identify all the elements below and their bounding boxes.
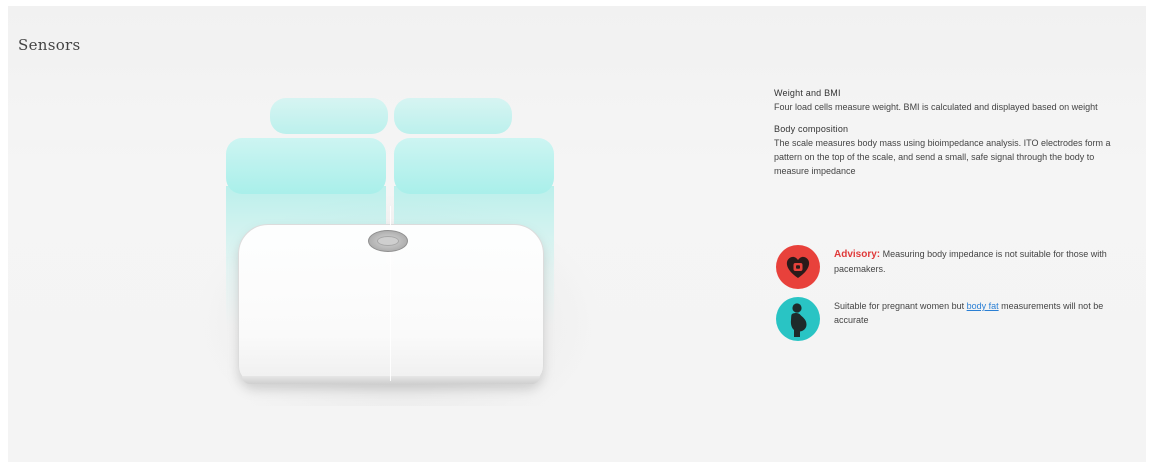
sensor-info: Weight and BMI Four load cells measure w… xyxy=(774,86,1124,341)
section-weight: Weight and BMI Four load cells measure w… xyxy=(774,86,1124,114)
advisory-text: Advisory: Measuring body impedance is no… xyxy=(834,247,1124,276)
scale-illustration xyxy=(198,86,598,416)
scale-display-screen xyxy=(377,236,399,246)
section-body: The scale measures body mass using bioim… xyxy=(774,138,1111,176)
heart-pacemaker-icon xyxy=(776,245,820,289)
page-title: Sensors xyxy=(18,36,81,54)
advisory-note: Advisory: Measuring body impedance is no… xyxy=(774,245,1124,291)
sensors-panel: Sensors Weight and BMI Four load cells m… xyxy=(8,6,1146,462)
section-heading: Weight and BMI xyxy=(774,88,841,98)
load-cell-back-left xyxy=(270,98,388,134)
section-heading: Body composition xyxy=(774,124,849,134)
advisory-label: Advisory: xyxy=(834,249,881,260)
load-cell-front-right xyxy=(394,138,554,194)
body-fat-link[interactable]: body fat xyxy=(967,301,999,311)
pregnancy-note: Suitable for pregnant women but body fat… xyxy=(774,297,1124,343)
load-cell-back-right xyxy=(394,98,512,134)
section-body-composition: Body composition The scale measures body… xyxy=(774,122,1124,178)
scale-edge xyxy=(242,376,540,384)
pregnant-woman-icon xyxy=(776,297,820,341)
pregnancy-text: Suitable for pregnant women but body fat… xyxy=(834,299,1124,327)
pregnancy-text-before: Suitable for pregnant women but xyxy=(834,301,965,311)
section-body: Four load cells measure weight. BMI is c… xyxy=(774,102,1098,112)
scale-display xyxy=(368,230,408,252)
load-cell-front-left xyxy=(226,138,386,194)
